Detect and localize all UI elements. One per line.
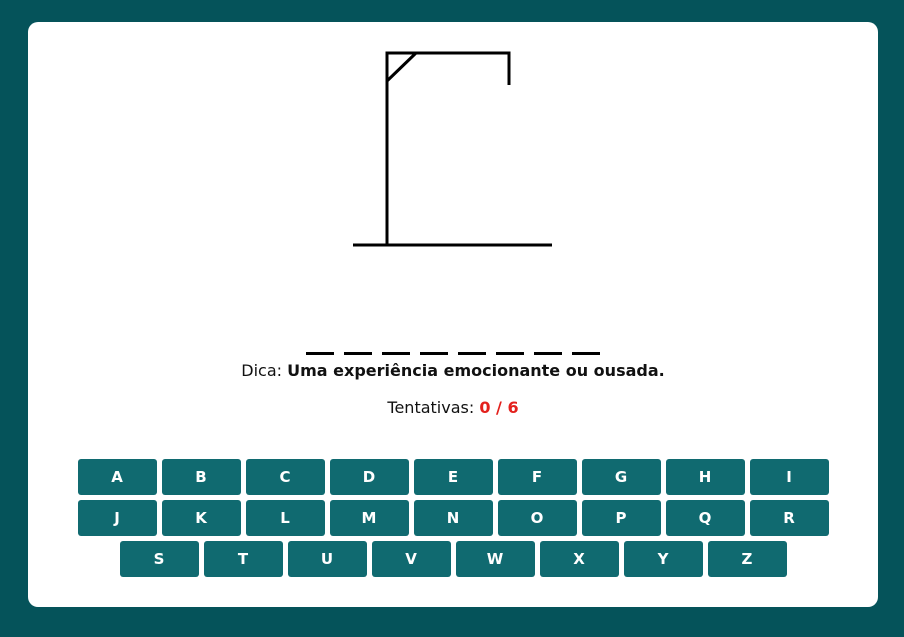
gallows-brace (385, 51, 418, 83)
letter-key-v[interactable]: V (371, 541, 451, 577)
letter-slot (382, 318, 410, 355)
gallows-drawing (353, 51, 552, 247)
letter-key-s[interactable]: S (119, 541, 199, 577)
letter-key-b[interactable]: B (161, 459, 241, 495)
hint-label: Dica: (241, 361, 283, 380)
letter-key-c[interactable]: C (245, 459, 325, 495)
letter-key-d[interactable]: D (329, 459, 409, 495)
letter-key-n[interactable]: N (413, 500, 493, 536)
letter-key-l[interactable]: L (245, 500, 325, 536)
letter-key-w[interactable]: W (455, 541, 535, 577)
letter-key-e[interactable]: E (413, 459, 493, 495)
letter-key-r[interactable]: R (749, 500, 829, 536)
game-card: Dica: Uma experiência emocionante ou ous… (28, 22, 878, 607)
letter-key-j[interactable]: J (77, 500, 157, 536)
tries-count: 0 / 6 (479, 398, 519, 417)
letter-slot (344, 318, 372, 355)
letter-key-i[interactable]: I (749, 459, 829, 495)
letter-slot (572, 318, 600, 355)
letter-slot (458, 318, 486, 355)
letter-key-u[interactable]: U (287, 541, 367, 577)
letter-slot (420, 318, 448, 355)
letter-key-m[interactable]: M (329, 500, 409, 536)
keyboard-row: JKLMNOPQR (28, 500, 878, 536)
word-display (28, 318, 878, 355)
hint-text: Uma experiência emocionante ou ousada. (287, 361, 665, 380)
letter-key-z[interactable]: Z (707, 541, 787, 577)
letter-slot (534, 318, 562, 355)
hint: Dica: Uma experiência emocionante ou ous… (28, 361, 878, 380)
letter-key-h[interactable]: H (665, 459, 745, 495)
letter-slot (306, 318, 334, 355)
letter-key-g[interactable]: G (581, 459, 661, 495)
letter-key-a[interactable]: A (77, 459, 157, 495)
letter-key-y[interactable]: Y (623, 541, 703, 577)
keyboard-row: ABCDEFGHI (28, 459, 878, 495)
letter-key-o[interactable]: O (497, 500, 577, 536)
letter-key-t[interactable]: T (203, 541, 283, 577)
letter-key-f[interactable]: F (497, 459, 577, 495)
letter-key-q[interactable]: Q (665, 500, 745, 536)
tries-counter: Tentativas: 0 / 6 (28, 398, 878, 417)
letter-keyboard: ABCDEFGHI JKLMNOPQR STUVWXYZ (28, 459, 878, 582)
letter-key-x[interactable]: X (539, 541, 619, 577)
letter-slot (496, 318, 524, 355)
letter-key-k[interactable]: K (161, 500, 241, 536)
keyboard-row: STUVWXYZ (28, 541, 878, 577)
letter-key-p[interactable]: P (581, 500, 661, 536)
tries-label: Tentativas: (387, 398, 475, 417)
